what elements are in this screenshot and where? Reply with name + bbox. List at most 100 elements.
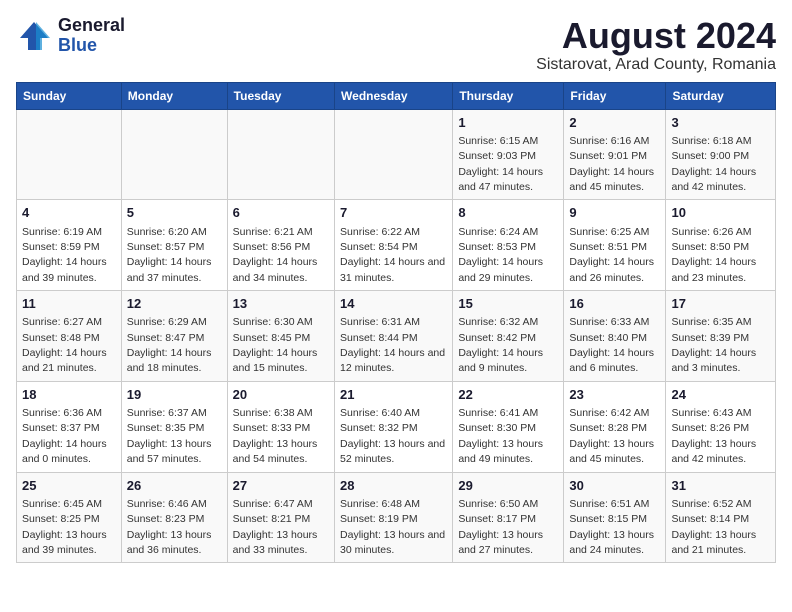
- calendar-cell: 22Sunrise: 6:41 AM Sunset: 8:30 PM Dayli…: [453, 381, 564, 472]
- week-row-0: 1 Sunrise: 6:15 AM Sunset: 9:03 PM Daylig…: [17, 109, 776, 200]
- calendar-cell: 20Sunrise: 6:38 AM Sunset: 8:33 PM Dayli…: [227, 381, 334, 472]
- day-info: Sunrise: 6:15 AM Sunset: 9:03 PM Dayligh…: [458, 135, 543, 193]
- day-number: 16: [569, 295, 660, 313]
- day-info: Sunrise: 6:45 AM Sunset: 8:25 PM Dayligh…: [22, 498, 107, 556]
- calendar-cell: 24 Sunrise: 6:43 AM Sunset: 8:26 PM Dayli…: [666, 381, 776, 472]
- day-number: 29: [458, 477, 558, 495]
- calendar-cell: 11Sunrise: 6:27 AM Sunset: 8:48 PM Dayli…: [17, 291, 122, 382]
- day-info: Sunrise: 6:16 AM Sunset: 9:01 PM Dayligh…: [569, 135, 654, 193]
- header-day-friday: Friday: [564, 82, 666, 109]
- calendar-cell: 10 Sunrise: 6:26 AM Sunset: 8:50 PM Dayli…: [666, 200, 776, 291]
- day-info: Sunrise: 6:52 AM Sunset: 8:14 PM Dayligh…: [671, 498, 756, 556]
- calendar-cell: 12 Sunrise: 6:29 AM Sunset: 8:47 PM Dayli…: [121, 291, 227, 382]
- day-info: Sunrise: 6:21 AM Sunset: 8:56 PM Dayligh…: [233, 226, 318, 284]
- calendar-cell: 8 Sunrise: 6:24 AM Sunset: 8:53 PM Daylig…: [453, 200, 564, 291]
- header-day-monday: Monday: [121, 82, 227, 109]
- main-title: August 2024: [536, 16, 776, 56]
- calendar-cell: 13Sunrise: 6:30 AM Sunset: 8:45 PM Dayli…: [227, 291, 334, 382]
- day-number: 17: [671, 295, 770, 313]
- calendar-cell: 26 Sunrise: 6:46 AM Sunset: 8:23 PM Dayli…: [121, 472, 227, 563]
- day-number: 28: [340, 477, 447, 495]
- day-number: 15: [458, 295, 558, 313]
- day-info: Sunrise: 6:24 AM Sunset: 8:53 PM Dayligh…: [458, 226, 543, 284]
- day-number: 30: [569, 477, 660, 495]
- day-number: 3: [671, 114, 770, 132]
- day-info: Sunrise: 6:47 AM Sunset: 8:21 PM Dayligh…: [233, 498, 318, 556]
- calendar-cell: 21Sunrise: 6:40 AM Sunset: 8:32 PM Dayli…: [335, 381, 453, 472]
- calendar-cell: [121, 109, 227, 200]
- week-row-4: 25 Sunrise: 6:45 AM Sunset: 8:25 PM Dayli…: [17, 472, 776, 563]
- calendar-body: 1 Sunrise: 6:15 AM Sunset: 9:03 PM Daylig…: [17, 109, 776, 563]
- title-area: August 2024 Sistarovat, Arad County, Rom…: [536, 16, 776, 74]
- calendar-cell: 18 Sunrise: 6:36 AM Sunset: 8:37 PM Dayli…: [17, 381, 122, 472]
- day-info: Sunrise: 6:42 AM Sunset: 8:28 PM Dayligh…: [569, 407, 654, 465]
- calendar-cell: 25 Sunrise: 6:45 AM Sunset: 8:25 PM Dayli…: [17, 472, 122, 563]
- day-number: 4: [22, 204, 116, 222]
- day-number: 12: [127, 295, 222, 313]
- day-number: 26: [127, 477, 222, 495]
- logo-text: General Blue: [58, 16, 125, 56]
- header-day-tuesday: Tuesday: [227, 82, 334, 109]
- day-number: 19: [127, 386, 222, 404]
- day-info: Sunrise: 6:29 AM Sunset: 8:47 PM Dayligh…: [127, 316, 212, 374]
- logo: General Blue: [16, 16, 125, 56]
- calendar-cell: 1 Sunrise: 6:15 AM Sunset: 9:03 PM Daylig…: [453, 109, 564, 200]
- day-info: Sunrise: 6:30 AM Sunset: 8:45 PM Dayligh…: [233, 316, 318, 374]
- day-info: Sunrise: 6:38 AM Sunset: 8:33 PM Dayligh…: [233, 407, 318, 465]
- header: General Blue August 2024 Sistarovat, Ara…: [16, 16, 776, 74]
- calendar-cell: 17Sunrise: 6:35 AM Sunset: 8:39 PM Dayli…: [666, 291, 776, 382]
- day-info: Sunrise: 6:19 AM Sunset: 8:59 PM Dayligh…: [22, 226, 107, 284]
- calendar-cell: 15Sunrise: 6:32 AM Sunset: 8:42 PM Dayli…: [453, 291, 564, 382]
- calendar-cell: 14 Sunrise: 6:31 AM Sunset: 8:44 PM Dayli…: [335, 291, 453, 382]
- day-info: Sunrise: 6:25 AM Sunset: 8:51 PM Dayligh…: [569, 226, 654, 284]
- day-number: 22: [458, 386, 558, 404]
- day-info: Sunrise: 6:27 AM Sunset: 8:48 PM Dayligh…: [22, 316, 107, 374]
- calendar-cell: 9 Sunrise: 6:25 AM Sunset: 8:51 PM Daylig…: [564, 200, 666, 291]
- calendar-cell: 29 Sunrise: 6:50 AM Sunset: 8:17 PM Dayli…: [453, 472, 564, 563]
- day-info: Sunrise: 6:36 AM Sunset: 8:37 PM Dayligh…: [22, 407, 107, 465]
- day-info: Sunrise: 6:48 AM Sunset: 8:19 PM Dayligh…: [340, 498, 445, 556]
- day-number: 14: [340, 295, 447, 313]
- header-row: SundayMondayTuesdayWednesdayThursdayFrid…: [17, 82, 776, 109]
- header-day-sunday: Sunday: [17, 82, 122, 109]
- day-info: Sunrise: 6:43 AM Sunset: 8:26 PM Dayligh…: [671, 407, 756, 465]
- day-info: Sunrise: 6:31 AM Sunset: 8:44 PM Dayligh…: [340, 316, 445, 374]
- day-info: Sunrise: 6:51 AM Sunset: 8:15 PM Dayligh…: [569, 498, 654, 556]
- day-number: 5: [127, 204, 222, 222]
- calendar-cell: [335, 109, 453, 200]
- calendar-cell: 6Sunrise: 6:21 AM Sunset: 8:56 PM Daylig…: [227, 200, 334, 291]
- logo-blue-text: Blue: [58, 36, 125, 56]
- week-row-1: 4 Sunrise: 6:19 AM Sunset: 8:59 PM Daylig…: [17, 200, 776, 291]
- day-info: Sunrise: 6:18 AM Sunset: 9:00 PM Dayligh…: [671, 135, 756, 193]
- day-info: Sunrise: 6:46 AM Sunset: 8:23 PM Dayligh…: [127, 498, 212, 556]
- calendar-cell: 23 Sunrise: 6:42 AM Sunset: 8:28 PM Dayli…: [564, 381, 666, 472]
- day-number: 1: [458, 114, 558, 132]
- calendar-cell: 19Sunrise: 6:37 AM Sunset: 8:35 PM Dayli…: [121, 381, 227, 472]
- day-number: 9: [569, 204, 660, 222]
- day-info: Sunrise: 6:20 AM Sunset: 8:57 PM Dayligh…: [127, 226, 212, 284]
- day-number: 24: [671, 386, 770, 404]
- day-info: Sunrise: 6:26 AM Sunset: 8:50 PM Dayligh…: [671, 226, 756, 284]
- calendar-cell: 16Sunrise: 6:33 AM Sunset: 8:40 PM Dayli…: [564, 291, 666, 382]
- header-day-saturday: Saturday: [666, 82, 776, 109]
- calendar-header: SundayMondayTuesdayWednesdayThursdayFrid…: [17, 82, 776, 109]
- day-info: Sunrise: 6:50 AM Sunset: 8:17 PM Dayligh…: [458, 498, 543, 556]
- logo-icon: [16, 18, 52, 54]
- day-info: Sunrise: 6:22 AM Sunset: 8:54 PM Dayligh…: [340, 226, 445, 284]
- day-number: 27: [233, 477, 329, 495]
- day-number: 8: [458, 204, 558, 222]
- day-number: 10: [671, 204, 770, 222]
- header-day-thursday: Thursday: [453, 82, 564, 109]
- week-row-3: 18 Sunrise: 6:36 AM Sunset: 8:37 PM Dayli…: [17, 381, 776, 472]
- calendar-cell: 5 Sunrise: 6:20 AM Sunset: 8:57 PM Daylig…: [121, 200, 227, 291]
- calendar-cell: 30 Sunrise: 6:51 AM Sunset: 8:15 PM Dayli…: [564, 472, 666, 563]
- calendar-cell: 28 Sunrise: 6:48 AM Sunset: 8:19 PM Dayli…: [335, 472, 453, 563]
- calendar-cell: [17, 109, 122, 200]
- day-number: 25: [22, 477, 116, 495]
- week-row-2: 11Sunrise: 6:27 AM Sunset: 8:48 PM Dayli…: [17, 291, 776, 382]
- calendar-cell: 2 Sunrise: 6:16 AM Sunset: 9:01 PM Daylig…: [564, 109, 666, 200]
- day-number: 18: [22, 386, 116, 404]
- subtitle: Sistarovat, Arad County, Romania: [536, 56, 776, 74]
- day-number: 23: [569, 386, 660, 404]
- day-number: 2: [569, 114, 660, 132]
